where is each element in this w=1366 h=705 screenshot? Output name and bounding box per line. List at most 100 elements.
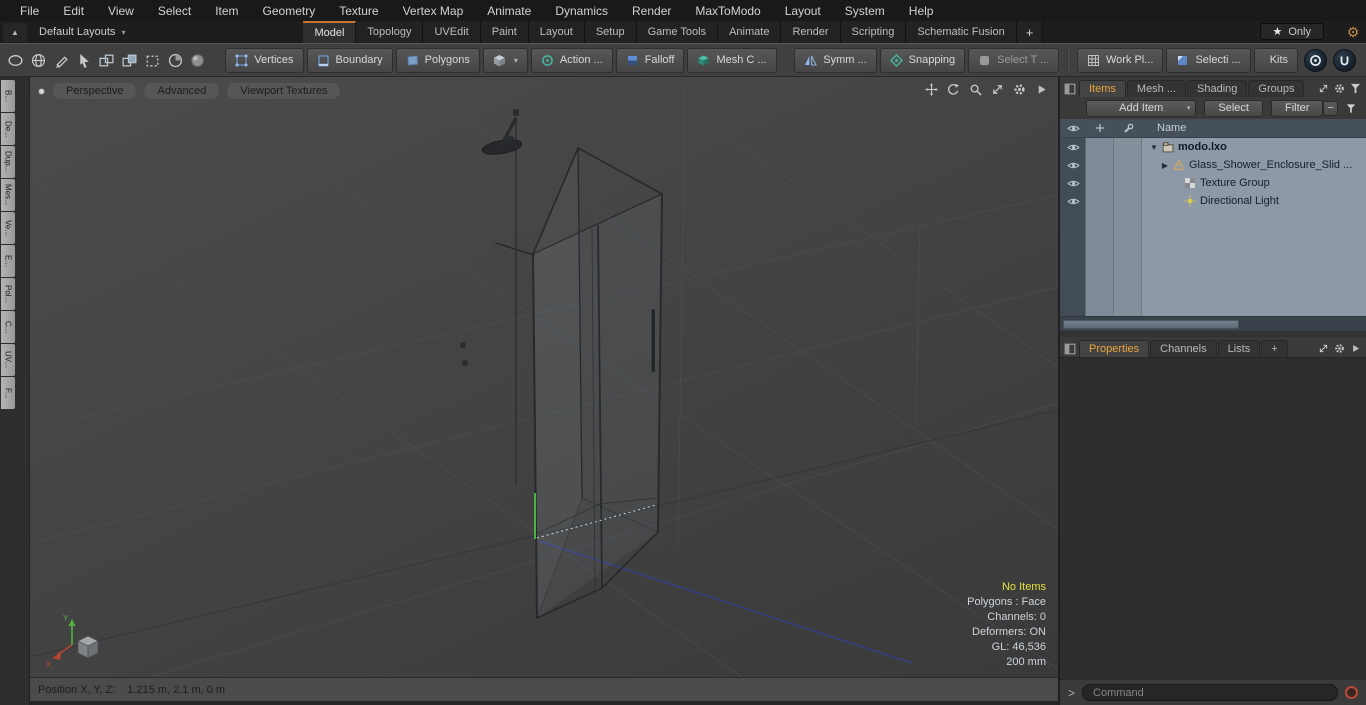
tab-properties[interactable]: Properties	[1079, 340, 1150, 357]
globe-tool-icon[interactable]	[29, 48, 49, 72]
cube-pair-tool-icon[interactable]	[97, 48, 117, 72]
filter-button[interactable]: Filter	[1270, 99, 1324, 117]
table-row-directional-light[interactable]: Directional Light	[1060, 192, 1366, 210]
menu-layout[interactable]: Layout	[773, 0, 833, 21]
table-row-mesh[interactable]: ▶ Glass_Shower_Enclosure_Slid ...	[1060, 156, 1366, 174]
add-panel-tab[interactable]: +	[1261, 340, 1288, 357]
collapse-triangle-icon[interactable]: ▼	[1148, 143, 1160, 152]
viewport-mode-dropdown[interactable]: Perspective	[53, 83, 137, 99]
tab-layout[interactable]: Layout	[528, 21, 585, 43]
table-row-texture-group[interactable]: Texture Group	[1060, 174, 1366, 192]
dashed-box-tool-icon[interactable]	[143, 48, 163, 72]
tab-mesh-ops[interactable]: Mesh ...	[1126, 80, 1187, 97]
left-tab-polygon[interactable]: Pol...	[1, 278, 15, 310]
menu-view[interactable]: View	[96, 0, 146, 21]
left-tab-deform[interactable]: De...	[1, 113, 15, 145]
menu-select[interactable]: Select	[146, 0, 203, 21]
eye-icon[interactable]	[1066, 197, 1080, 206]
tab-lists[interactable]: Lists	[1217, 340, 1261, 357]
pie-tool-icon[interactable]	[165, 48, 185, 72]
panel-gear-icon[interactable]	[1334, 343, 1345, 354]
menu-file[interactable]: File	[8, 0, 51, 21]
menu-render[interactable]: Render	[620, 0, 683, 21]
panel-gear-icon[interactable]	[1334, 83, 1345, 94]
menu-vertex-map[interactable]: Vertex Map	[391, 0, 476, 21]
command-history-icon[interactable]	[1345, 686, 1358, 699]
vertices-button[interactable]: Vertices	[225, 47, 304, 73]
left-tab-falloff[interactable]: F...	[1, 377, 15, 409]
boundary-button[interactable]: Boundary	[306, 47, 393, 73]
tab-model[interactable]: Model	[303, 21, 357, 43]
add-item-dropdown[interactable]: Add Item ▾	[1086, 99, 1197, 117]
viewport-gear-icon[interactable]	[1013, 83, 1026, 96]
kits-button[interactable]: Kits	[1253, 47, 1299, 73]
layout-preset-dropdown[interactable]: Default Layouts ▾	[29, 21, 135, 43]
sphere-tool-icon[interactable]	[188, 48, 208, 72]
menu-maxtomodo[interactable]: MaxToModo	[683, 0, 772, 21]
select-through-button[interactable]: Select T ...	[968, 47, 1060, 73]
foundry-logo-icon[interactable]	[1333, 48, 1357, 72]
panel-grip-icon[interactable]	[1064, 343, 1076, 355]
tab-items[interactable]: Items	[1079, 80, 1126, 97]
modo-logo-icon[interactable]	[1304, 48, 1328, 72]
item-mode-button[interactable]: ▾	[482, 47, 528, 73]
left-tab-mesh-edit[interactable]: Mes...	[1, 179, 15, 211]
panel-expand-icon[interactable]	[1318, 83, 1329, 94]
scrollbar-thumb[interactable]	[1063, 319, 1239, 329]
selection-sets-button[interactable]: Selecti ...	[1166, 47, 1251, 73]
falloff-button[interactable]: Falloff	[615, 47, 685, 73]
left-tab-curves[interactable]: C...	[1, 311, 15, 343]
cube-pair-filled-tool-icon[interactable]	[120, 48, 140, 72]
panel-filter-icon[interactable]	[1350, 83, 1361, 94]
panel-arrow-icon[interactable]	[1350, 343, 1361, 354]
mesh-constraint-button[interactable]: Mesh C ...	[687, 47, 777, 73]
list-filter-icon[interactable]	[1346, 103, 1356, 114]
action-center-button[interactable]: Action ...	[530, 47, 613, 73]
viewport-shading-dropdown[interactable]: Advanced	[144, 83, 220, 99]
orbit-tool-icon[interactable]	[947, 83, 960, 96]
menu-system[interactable]: System	[833, 0, 897, 21]
command-input[interactable]	[1082, 684, 1338, 701]
left-tab-duplicate[interactable]: Dup...	[1, 146, 15, 178]
ellipse-tool-icon[interactable]	[6, 48, 26, 72]
menu-geometry[interactable]: Geometry	[251, 0, 328, 21]
pen-tool-icon[interactable]	[52, 48, 72, 72]
symmetry-button[interactable]: Symm ...	[794, 47, 877, 73]
add-workspace-tab[interactable]: +	[1016, 21, 1044, 43]
expand-triangle-icon[interactable]: ▶	[1159, 161, 1171, 170]
tab-render[interactable]: Render	[781, 21, 841, 43]
tab-uvedit[interactable]: UVEdit	[423, 21, 481, 43]
item-list-hscrollbar[interactable]	[1060, 316, 1366, 331]
snapping-button[interactable]: Snapping	[879, 47, 966, 73]
menu-texture[interactable]: Texture	[327, 0, 390, 21]
only-button[interactable]: ★ Only	[1259, 23, 1324, 40]
table-row-scene[interactable]: ▼ modo.lxo	[1060, 138, 1366, 156]
left-tab-uv[interactable]: UV...	[1, 344, 15, 376]
tab-paint[interactable]: Paint	[480, 21, 529, 43]
select-button[interactable]: Select	[1204, 99, 1263, 117]
tab-game-tools[interactable]: Game Tools	[636, 21, 719, 43]
pan-tool-icon[interactable]	[925, 83, 938, 96]
tab-animate[interactable]: Animate	[718, 21, 782, 43]
menu-help[interactable]: Help	[897, 0, 946, 21]
tab-setup[interactable]: Setup	[584, 21, 637, 43]
cursor-tool-icon[interactable]	[74, 48, 94, 72]
viewport-textures-dropdown[interactable]: Viewport Textures	[227, 83, 341, 99]
tab-groups[interactable]: Groups	[1248, 80, 1305, 97]
left-tab-basic[interactable]: B...	[1, 80, 15, 112]
zoom-tool-icon[interactable]	[969, 83, 982, 96]
left-tab-vertex[interactable]: Ve...	[1, 212, 15, 244]
eye-icon[interactable]	[1066, 179, 1080, 188]
menu-animate[interactable]: Animate	[475, 0, 543, 21]
maximize-icon[interactable]	[991, 83, 1004, 96]
viewport-arrow-icon[interactable]	[1035, 83, 1048, 96]
tab-channels[interactable]: Channels	[1150, 340, 1217, 357]
panel-grip-icon[interactable]	[1064, 83, 1076, 95]
layout-gear-icon[interactable]: ⚙	[1340, 21, 1366, 43]
polygons-button[interactable]: Polygons	[395, 47, 480, 73]
3d-viewport[interactable]: Y X Perspective Advanced Viewport Textur…	[30, 77, 1058, 677]
eye-icon[interactable]	[1066, 161, 1080, 170]
collapse-button[interactable]: −	[1323, 100, 1339, 116]
menu-dynamics[interactable]: Dynamics	[543, 0, 620, 21]
viewport-menu-dot[interactable]	[38, 87, 45, 95]
